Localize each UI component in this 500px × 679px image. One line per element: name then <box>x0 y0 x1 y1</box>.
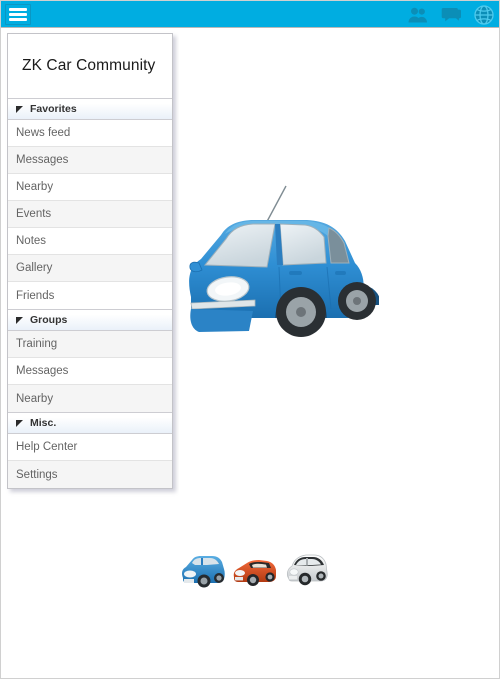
sidebar-group-favorites: Favorites News feed Messages Nearby Even… <box>8 98 172 309</box>
sidebar-item-group-messages[interactable]: Messages <box>8 358 172 385</box>
sidebar-item-news-feed[interactable]: News feed <box>8 120 172 147</box>
blue-hatchback-car-photo <box>179 179 379 349</box>
globe-icon[interactable] <box>473 4 495 26</box>
sidebar-item-messages[interactable]: Messages <box>8 147 172 174</box>
sidebar-group-header-favorites[interactable]: Favorites <box>8 98 172 120</box>
hamburger-bar-1 <box>9 8 27 11</box>
sidebar-group-groups: Groups Training Messages Nearby <box>8 309 172 412</box>
sidebar-item-training[interactable]: Training <box>8 331 172 358</box>
sidebar-item-events[interactable]: Events <box>8 201 172 228</box>
sidebar-item-notes[interactable]: Notes <box>8 228 172 255</box>
hamburger-bar-3 <box>9 18 27 21</box>
sidebar-panel: ZK Car Community Favorites News feed Mes… <box>7 33 173 489</box>
application-window: ZK Car Community Favorites News feed Mes… <box>0 0 500 679</box>
caret-icon <box>16 316 23 324</box>
sidebar-group-label: Favorites <box>30 102 77 115</box>
thumbnail-orange-convertible[interactable] <box>231 550 277 590</box>
sidebar-item-gallery[interactable]: Gallery <box>8 255 172 282</box>
thumbnail-white-classic-car[interactable] <box>283 550 329 590</box>
sidebar-group-header-groups[interactable]: Groups <box>8 309 172 331</box>
car-thumbnail-strip <box>179 544 339 590</box>
sidebar-group-header-misc[interactable]: Misc. <box>8 412 172 434</box>
people-icon[interactable] <box>407 4 429 26</box>
top-bar-icon-group <box>407 1 495 28</box>
sidebar-group-label: Misc. <box>30 416 57 429</box>
hamburger-menu-icon[interactable] <box>5 4 31 25</box>
chat-bubble-icon[interactable] <box>440 4 462 26</box>
sidebar-item-help-center[interactable]: Help Center <box>8 434 172 461</box>
sidebar-item-friends[interactable]: Friends <box>8 282 172 309</box>
sidebar-item-group-nearby[interactable]: Nearby <box>8 385 172 412</box>
top-navigation-bar <box>1 1 499 28</box>
page-title: ZK Car Community <box>8 34 172 98</box>
caret-icon <box>16 419 23 427</box>
hamburger-bar-2 <box>9 13 27 16</box>
sidebar-group-label: Groups <box>30 313 68 326</box>
thumbnail-blue-hatchback[interactable] <box>179 550 225 590</box>
main-content-area <box>179 29 499 678</box>
caret-icon <box>16 105 23 113</box>
sidebar-item-nearby[interactable]: Nearby <box>8 174 172 201</box>
sidebar-group-misc: Misc. Help Center Settings <box>8 412 172 488</box>
sidebar-item-settings[interactable]: Settings <box>8 461 172 488</box>
